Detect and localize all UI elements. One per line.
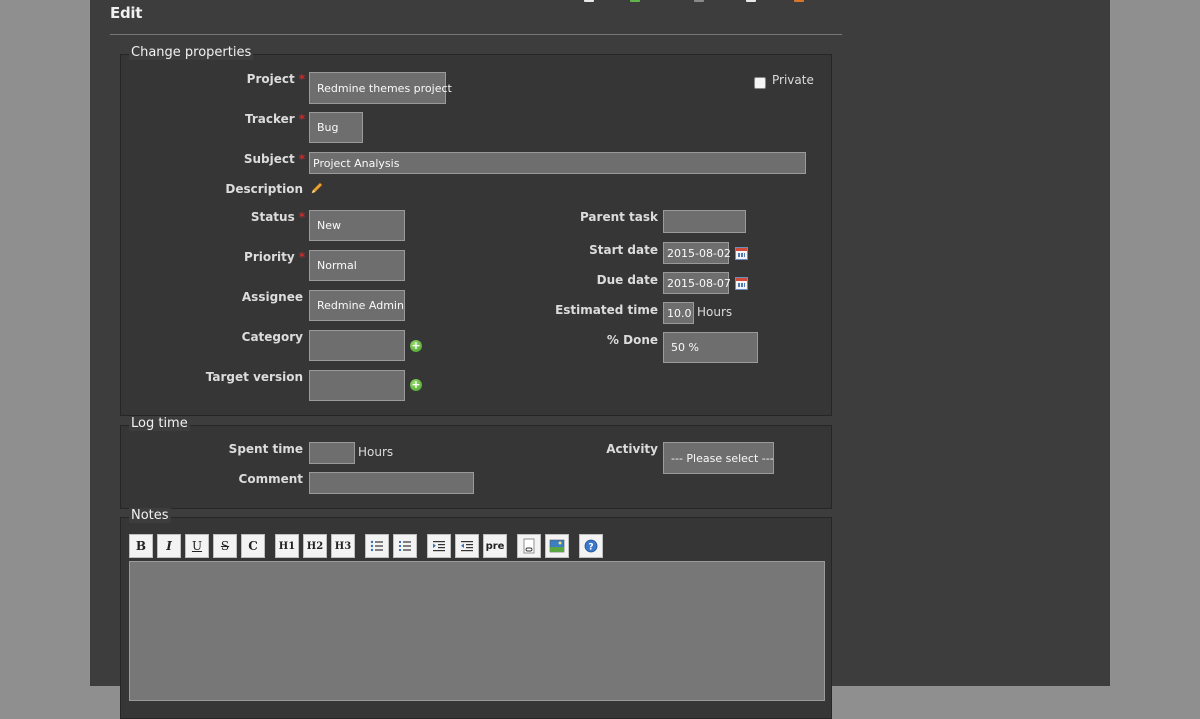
heading-1-button[interactable]: H1 [275, 534, 299, 558]
subject-input[interactable]: Project Analysis [309, 152, 806, 174]
watch-icon[interactable] [694, 0, 704, 2]
link-page-icon [523, 538, 535, 554]
tracker-select[interactable]: Bug [309, 112, 363, 143]
assignee-select[interactable]: Redmine Admin [309, 290, 405, 321]
done-select[interactable]: 50 % [663, 332, 758, 363]
priority-label: Priority * [244, 250, 305, 264]
category-label: Category [241, 330, 303, 344]
help-icon: ? [584, 539, 598, 553]
page-title: Edit [110, 4, 143, 22]
change-properties-legend: Change properties [129, 45, 254, 60]
unquote-button[interactable] [455, 534, 479, 558]
estimated-time-label: Estimated time [555, 303, 658, 317]
tracker-label: Tracker * [245, 112, 305, 126]
image-button[interactable] [545, 534, 569, 558]
main-content: Edit Change properties Project * Redmine … [90, 0, 1110, 719]
inline-code-button[interactable]: C [241, 534, 265, 558]
status-label: Status * [250, 210, 305, 224]
due-date-calendar-icon[interactable] [735, 277, 748, 290]
edit-description-pencil-icon[interactable] [310, 181, 324, 195]
spent-time-input[interactable] [309, 442, 355, 464]
parent-task-label: Parent task [579, 210, 658, 224]
comment-input[interactable] [309, 472, 474, 494]
spent-time-unit: Hours [358, 445, 394, 459]
start-date-input[interactable]: 2015-08-02 [663, 242, 731, 264]
target-version-select[interactable] [309, 370, 405, 401]
wiki-link-button[interactable] [517, 534, 541, 558]
estimated-time-unit: Hours [697, 305, 733, 319]
log-time-icon[interactable] [630, 0, 640, 2]
due-date-input[interactable]: 2015-08-07 [663, 272, 731, 294]
target-version-label: Target version [205, 370, 303, 384]
edit-icon[interactable] [584, 0, 594, 2]
delete-icon[interactable] [794, 0, 804, 2]
estimated-time-input[interactable]: 10.0 [663, 302, 694, 324]
parent-task-input[interactable] [663, 210, 746, 233]
subject-label: Subject * [243, 152, 305, 166]
status-select[interactable]: New [309, 210, 405, 241]
add-category-plus-icon[interactable]: + [410, 340, 422, 352]
outdent-icon [461, 541, 473, 552]
quote-button[interactable] [427, 534, 451, 558]
add-version-plus-icon[interactable]: + [410, 379, 422, 391]
preformatted-button[interactable]: pre [483, 534, 507, 558]
image-icon [549, 539, 565, 553]
activity-select[interactable]: --- Please select --- [663, 442, 774, 474]
heading-3-button[interactable]: H3 [331, 534, 355, 558]
indent-icon [433, 541, 445, 552]
heading-2-button[interactable]: H2 [303, 534, 327, 558]
private-label: Private [772, 73, 814, 87]
done-label: % Done [606, 333, 658, 347]
start-date-label: Start date [589, 243, 658, 257]
underline-button[interactable]: U [185, 534, 209, 558]
comment-label: Comment [238, 472, 303, 486]
unordered-list-button[interactable] [365, 534, 389, 558]
italic-button[interactable]: I [157, 534, 181, 558]
strikethrough-button[interactable]: S [213, 534, 237, 558]
project-label: Project * [246, 72, 305, 86]
description-label: Description [225, 182, 303, 196]
category-select[interactable] [309, 330, 405, 361]
spent-time-label: Spent time [228, 442, 303, 456]
assignee-label: Assignee [241, 290, 303, 304]
log-time-legend: Log time [129, 416, 190, 431]
svg-text:?: ? [588, 543, 593, 553]
priority-select[interactable]: Normal [309, 250, 405, 281]
activity-label: Activity [606, 442, 658, 456]
bold-button[interactable]: B [129, 534, 153, 558]
notes-legend: Notes [129, 508, 171, 523]
numbered-list-icon [399, 541, 411, 551]
due-date-label: Due date [596, 273, 658, 287]
copy-icon[interactable] [746, 0, 756, 2]
ordered-list-button[interactable] [393, 534, 417, 558]
project-select[interactable]: Redmine themes project [309, 72, 452, 104]
private-checkbox[interactable] [754, 77, 766, 89]
title-divider [110, 34, 842, 35]
notes-textarea[interactable] [129, 561, 825, 701]
start-date-calendar-icon[interactable] [735, 247, 748, 260]
help-button[interactable]: ? [579, 534, 603, 558]
bullet-list-icon [370, 540, 383, 552]
